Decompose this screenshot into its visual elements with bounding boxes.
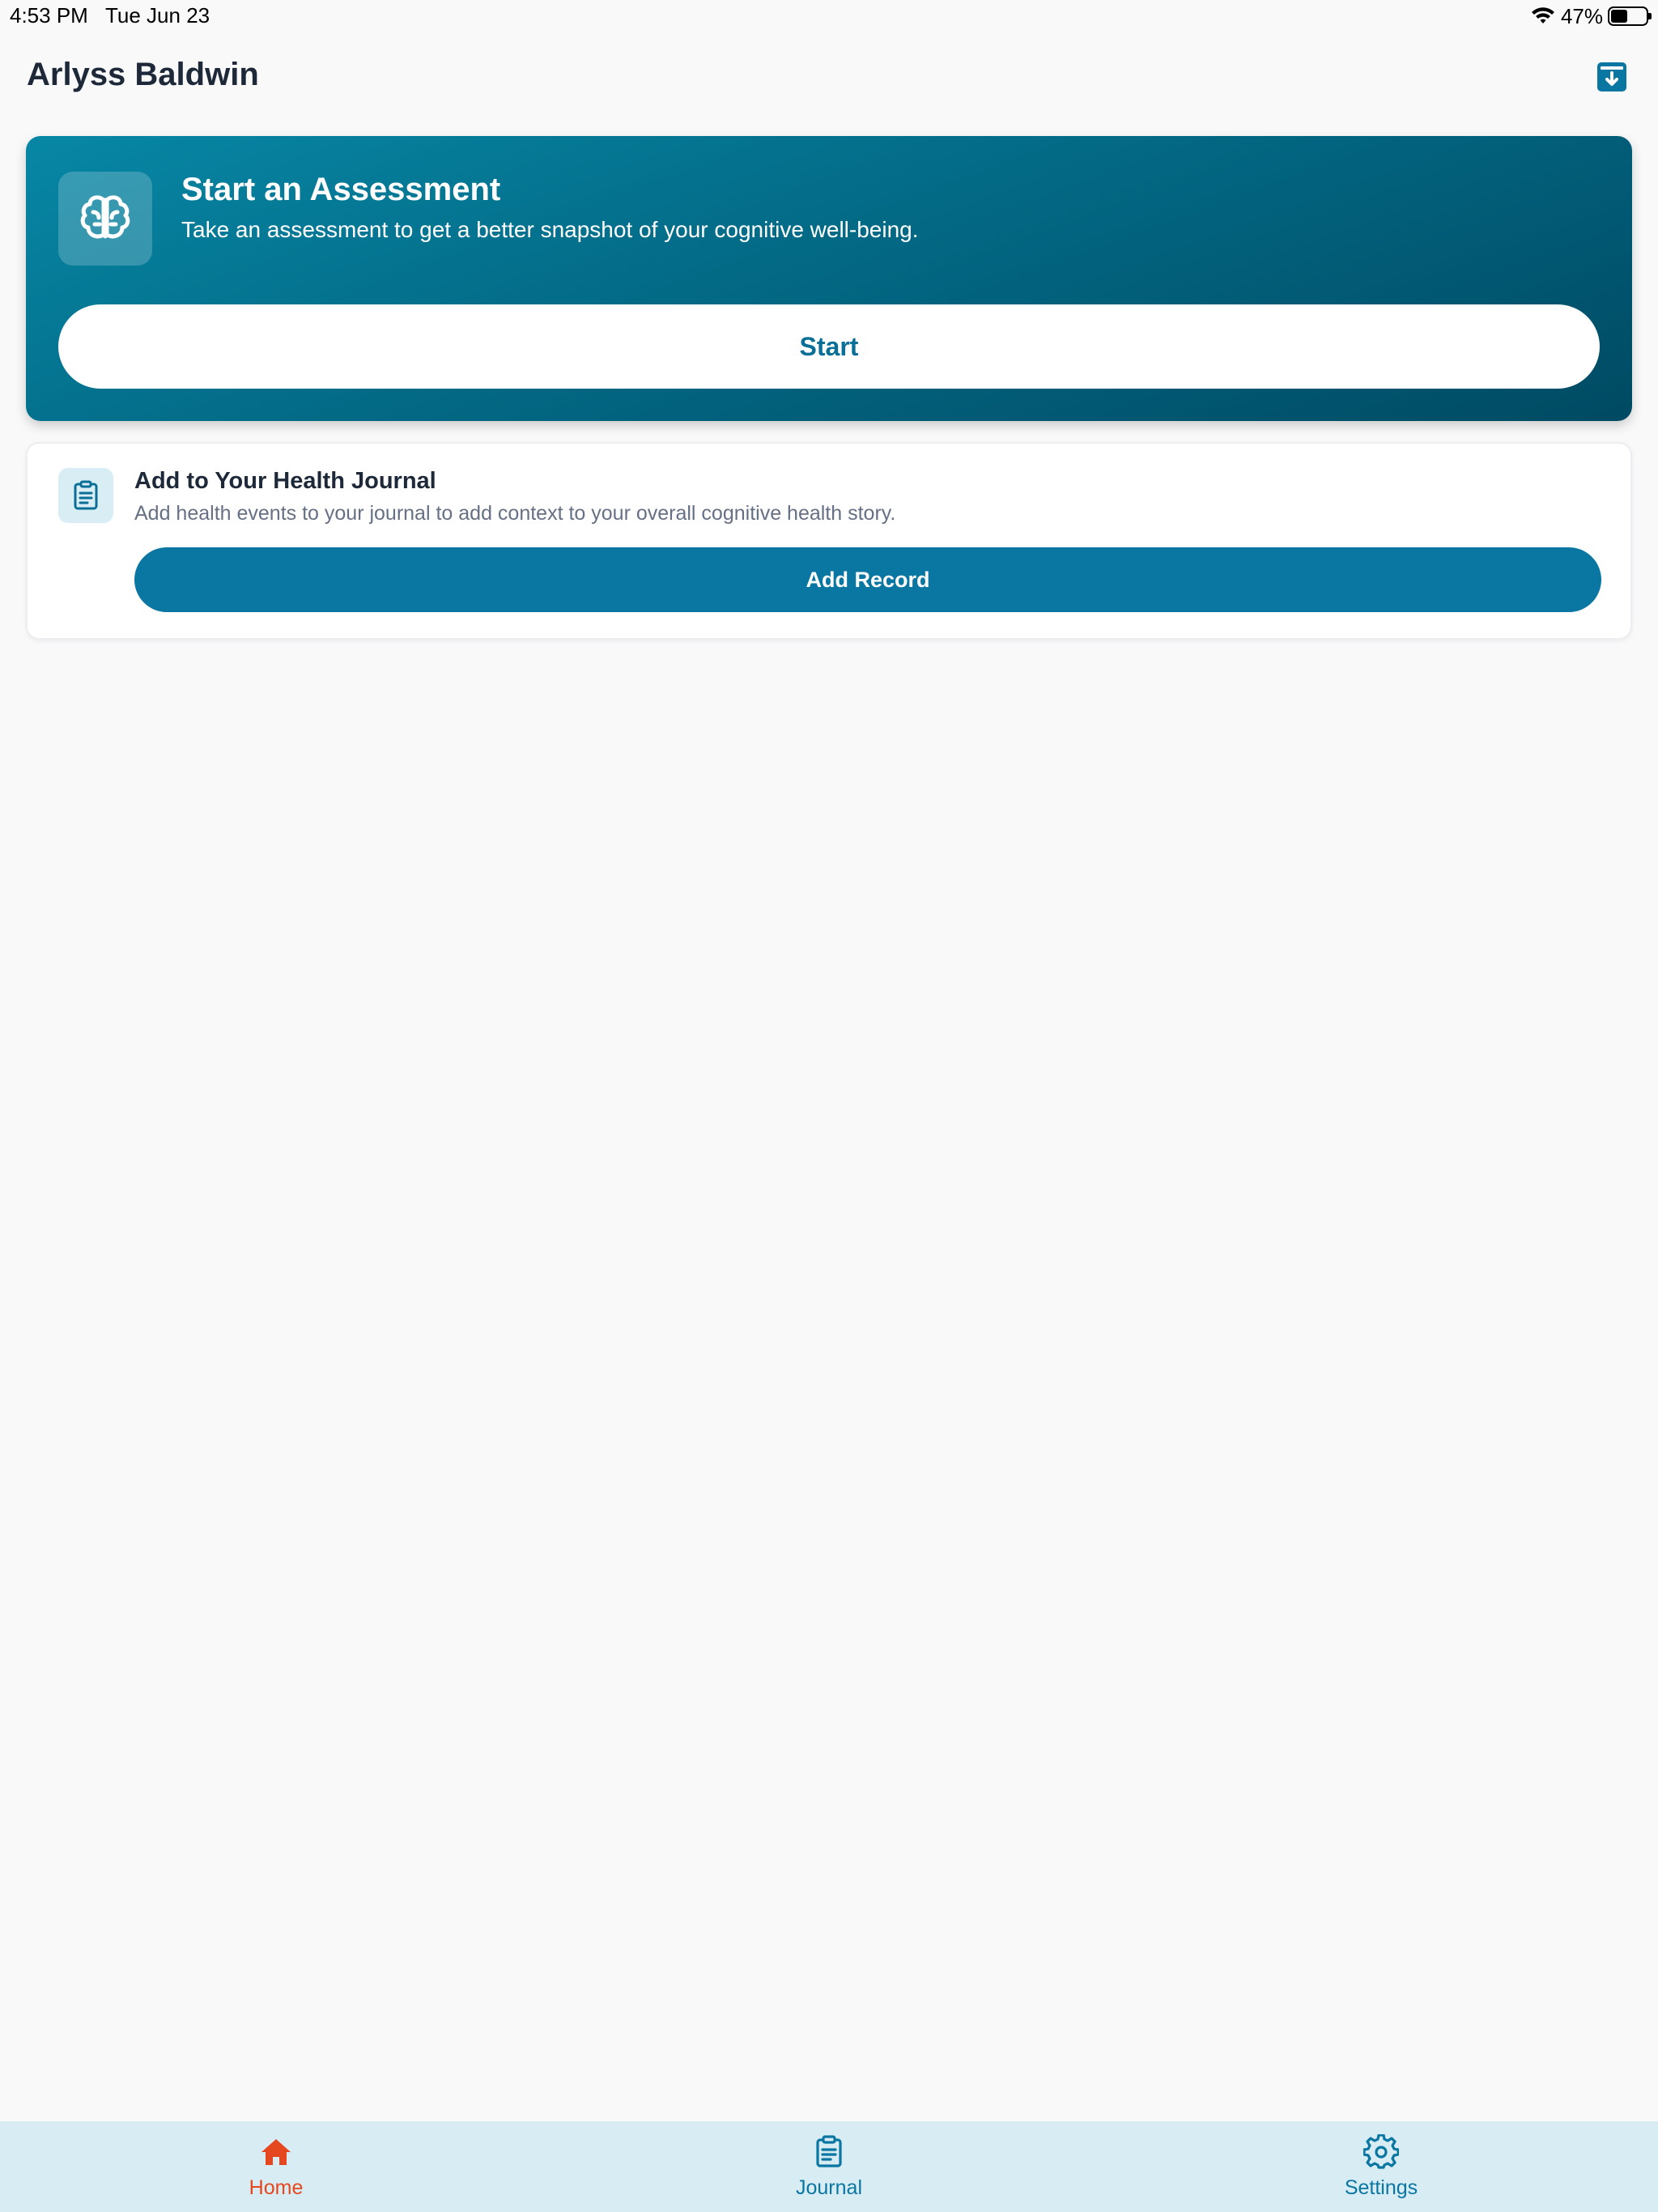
journal-title: Add to Your Health Journal [134,468,436,494]
home-icon [261,2139,291,2165]
brain-icon [80,195,130,239]
battery-percent: 47% [1560,3,1603,28]
battery-icon [1608,6,1652,26]
status-bar: 4:53 PM Tue Jun 23 47% [0,0,1658,32]
home-screen: 4:53 PM Tue Jun 23 47% Arlyss Baldwin St… [0,0,1658,2212]
tab-home[interactable]: Home [179,2121,373,2212]
status-date: Tue Jun 23 [105,3,210,28]
status-indicators: 47% [1530,2,1652,31]
assessment-title: Start an Assessment [181,172,501,207]
status-time: 4:53 PM [10,3,88,28]
tab-journal[interactable]: Journal [732,2121,926,2212]
tab-settings[interactable]: Settings [1284,2121,1478,2212]
clipboard-icon [816,2135,842,2167]
health-journal-card: Add to Your Health Journal Add health ev… [26,442,1632,640]
tab-settings-label: Settings [1344,2176,1418,2199]
gear-icon [1363,2134,1399,2169]
journal-icon-container [58,468,113,523]
add-record-button[interactable]: Add Record [134,547,1601,612]
page-title: Arlyss Baldwin [27,57,259,92]
tab-home-label: Home [249,2176,304,2199]
assessment-icon-container [58,172,152,266]
start-assessment-button[interactable]: Start [58,304,1600,389]
assessment-description: Take an assessment to get a better snaps… [181,217,919,242]
journal-description: Add health events to your journal to add… [134,502,896,525]
tab-journal-label: Journal [796,2176,862,2199]
clipboard-icon [74,480,98,510]
archive-download-icon [1597,62,1626,91]
battery-level [1611,10,1627,23]
assessment-card: Start an Assessment Take an assessment t… [26,136,1632,421]
wifi-icon [1531,7,1554,23]
archive-button[interactable] [1596,61,1628,93]
tab-bar: Home Journal Settings [0,2121,1658,2212]
